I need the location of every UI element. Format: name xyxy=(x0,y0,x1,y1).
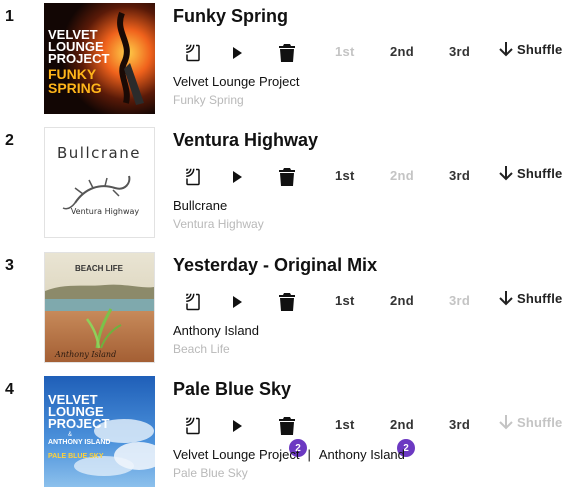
cast-button[interactable] xyxy=(184,166,202,188)
track-row: 4 VELVET LOUNGE PROJECT & ANTHONY ISLAND… xyxy=(0,373,583,487)
arrow-down-icon xyxy=(499,415,513,430)
play-button[interactable] xyxy=(230,42,244,64)
art-text: & xyxy=(68,432,72,438)
art-text: Anthony Island xyxy=(54,350,116,359)
cast-icon xyxy=(186,293,200,311)
track-title[interactable]: Ventura Highway xyxy=(173,130,318,151)
play-button[interactable] xyxy=(230,291,244,313)
trash-icon xyxy=(279,44,295,62)
cast-icon xyxy=(186,44,200,62)
artist-link[interactable]: Velvet Lounge Project xyxy=(173,447,299,462)
track-row: 1 VELVET LOUNGE PROJECT FUNKY SPRING Fun… xyxy=(0,0,583,114)
play-button[interactable] xyxy=(230,415,244,437)
option-2nd[interactable]: 2nd xyxy=(390,293,414,308)
art-text: PROJECT xyxy=(48,416,109,431)
track-row: 3 BEACH LIFE Anthony Island Yesterday - … xyxy=(0,249,583,363)
track-title[interactable]: Pale Blue Sky xyxy=(173,379,291,400)
track-title[interactable]: Funky Spring xyxy=(173,6,288,27)
artist-list: Velvet Lounge Project xyxy=(173,74,299,89)
album-art[interactable]: BEACH LIFE Anthony Island xyxy=(44,252,155,363)
option-2nd[interactable]: 2nd xyxy=(390,44,414,59)
play-icon xyxy=(233,420,242,432)
track-number: 2 xyxy=(5,132,14,149)
track-title[interactable]: Yesterday - Original Mix xyxy=(173,255,377,276)
cast-button[interactable] xyxy=(184,291,202,313)
art-text: BEACH LIFE xyxy=(75,264,124,273)
art-text: SPRING xyxy=(48,80,102,96)
delete-button[interactable] xyxy=(279,291,295,313)
shuffle-label: Shuffle xyxy=(517,290,563,306)
album-art[interactable]: VELVET LOUNGE PROJECT & ANTHONY ISLAND P… xyxy=(44,376,155,487)
option-2nd[interactable]: 2nd xyxy=(390,417,414,432)
play-icon xyxy=(233,47,242,59)
option-1st[interactable]: 1st xyxy=(335,44,355,59)
art-text: Bullcrane xyxy=(57,144,141,162)
shuffle-button[interactable]: Shuffle xyxy=(498,165,562,181)
art-text: ANTHONY ISLAND xyxy=(48,439,110,446)
option-3rd[interactable]: 3rd xyxy=(449,293,470,308)
shuffle-label: Shuffle xyxy=(517,41,563,57)
artist-list: Anthony Island xyxy=(173,323,259,338)
delete-button[interactable] xyxy=(279,166,295,188)
artist-link[interactable]: Velvet Lounge Project xyxy=(173,74,299,89)
track-number: 4 xyxy=(5,381,14,398)
track-number: 3 xyxy=(5,257,14,274)
trash-icon xyxy=(279,293,295,311)
option-3rd[interactable]: 3rd xyxy=(449,44,470,59)
track-row: 2 Bullcrane Ventura Highway Ventura High… xyxy=(0,124,583,238)
artist-list: Velvet Lounge Project | Anthony Island xyxy=(173,447,405,462)
artist-link[interactable]: Anthony Island xyxy=(173,323,259,338)
art-text: PALE BLUE SKY xyxy=(48,453,104,460)
option-3rd[interactable]: 3rd xyxy=(449,168,470,183)
trash-icon xyxy=(279,168,295,186)
shuffle-label: Shuffle xyxy=(517,165,563,181)
artist-link[interactable]: Bullcrane xyxy=(173,198,227,213)
artist-separator: | xyxy=(307,447,311,462)
cast-button[interactable] xyxy=(184,42,202,64)
album-name[interactable]: Pale Blue Sky xyxy=(173,466,248,480)
option-1st[interactable]: 1st xyxy=(335,293,355,308)
cast-icon xyxy=(186,168,200,186)
arrow-down-icon xyxy=(499,166,513,181)
album-name[interactable]: Funky Spring xyxy=(173,93,244,107)
album-name[interactable]: Beach Life xyxy=(173,342,230,356)
play-icon xyxy=(233,171,242,183)
shuffle-button[interactable]: Shuffle xyxy=(498,41,562,57)
shuffle-button[interactable]: Shuffle xyxy=(498,290,562,306)
cast-button[interactable] xyxy=(184,415,202,437)
album-name[interactable]: Ventura Highway xyxy=(173,217,264,231)
arrow-down-icon xyxy=(499,291,513,306)
track-number: 1 xyxy=(5,8,14,25)
arrow-down-icon xyxy=(499,42,513,57)
album-art[interactable]: VELVET LOUNGE PROJECT FUNKY SPRING xyxy=(44,3,155,114)
option-3rd[interactable]: 3rd xyxy=(449,417,470,432)
play-icon xyxy=(233,296,242,308)
option-1st[interactable]: 1st xyxy=(335,417,355,432)
option-1st[interactable]: 1st xyxy=(335,168,355,183)
option-2nd[interactable]: 2nd xyxy=(390,168,414,183)
album-art[interactable]: Bullcrane Ventura Highway xyxy=(44,127,155,238)
shuffle-button[interactable]: Shuffle xyxy=(498,414,562,430)
artist-link[interactable]: Anthony Island xyxy=(319,447,405,462)
shuffle-label: Shuffle xyxy=(517,414,563,430)
trash-icon xyxy=(279,417,295,435)
art-text: Ventura Highway xyxy=(71,207,140,216)
artist-list: Bullcrane xyxy=(173,198,227,213)
delete-button[interactable] xyxy=(279,415,295,437)
art-text: PROJECT xyxy=(48,51,109,66)
delete-button[interactable] xyxy=(279,42,295,64)
play-button[interactable] xyxy=(230,166,244,188)
cast-icon xyxy=(186,417,200,435)
